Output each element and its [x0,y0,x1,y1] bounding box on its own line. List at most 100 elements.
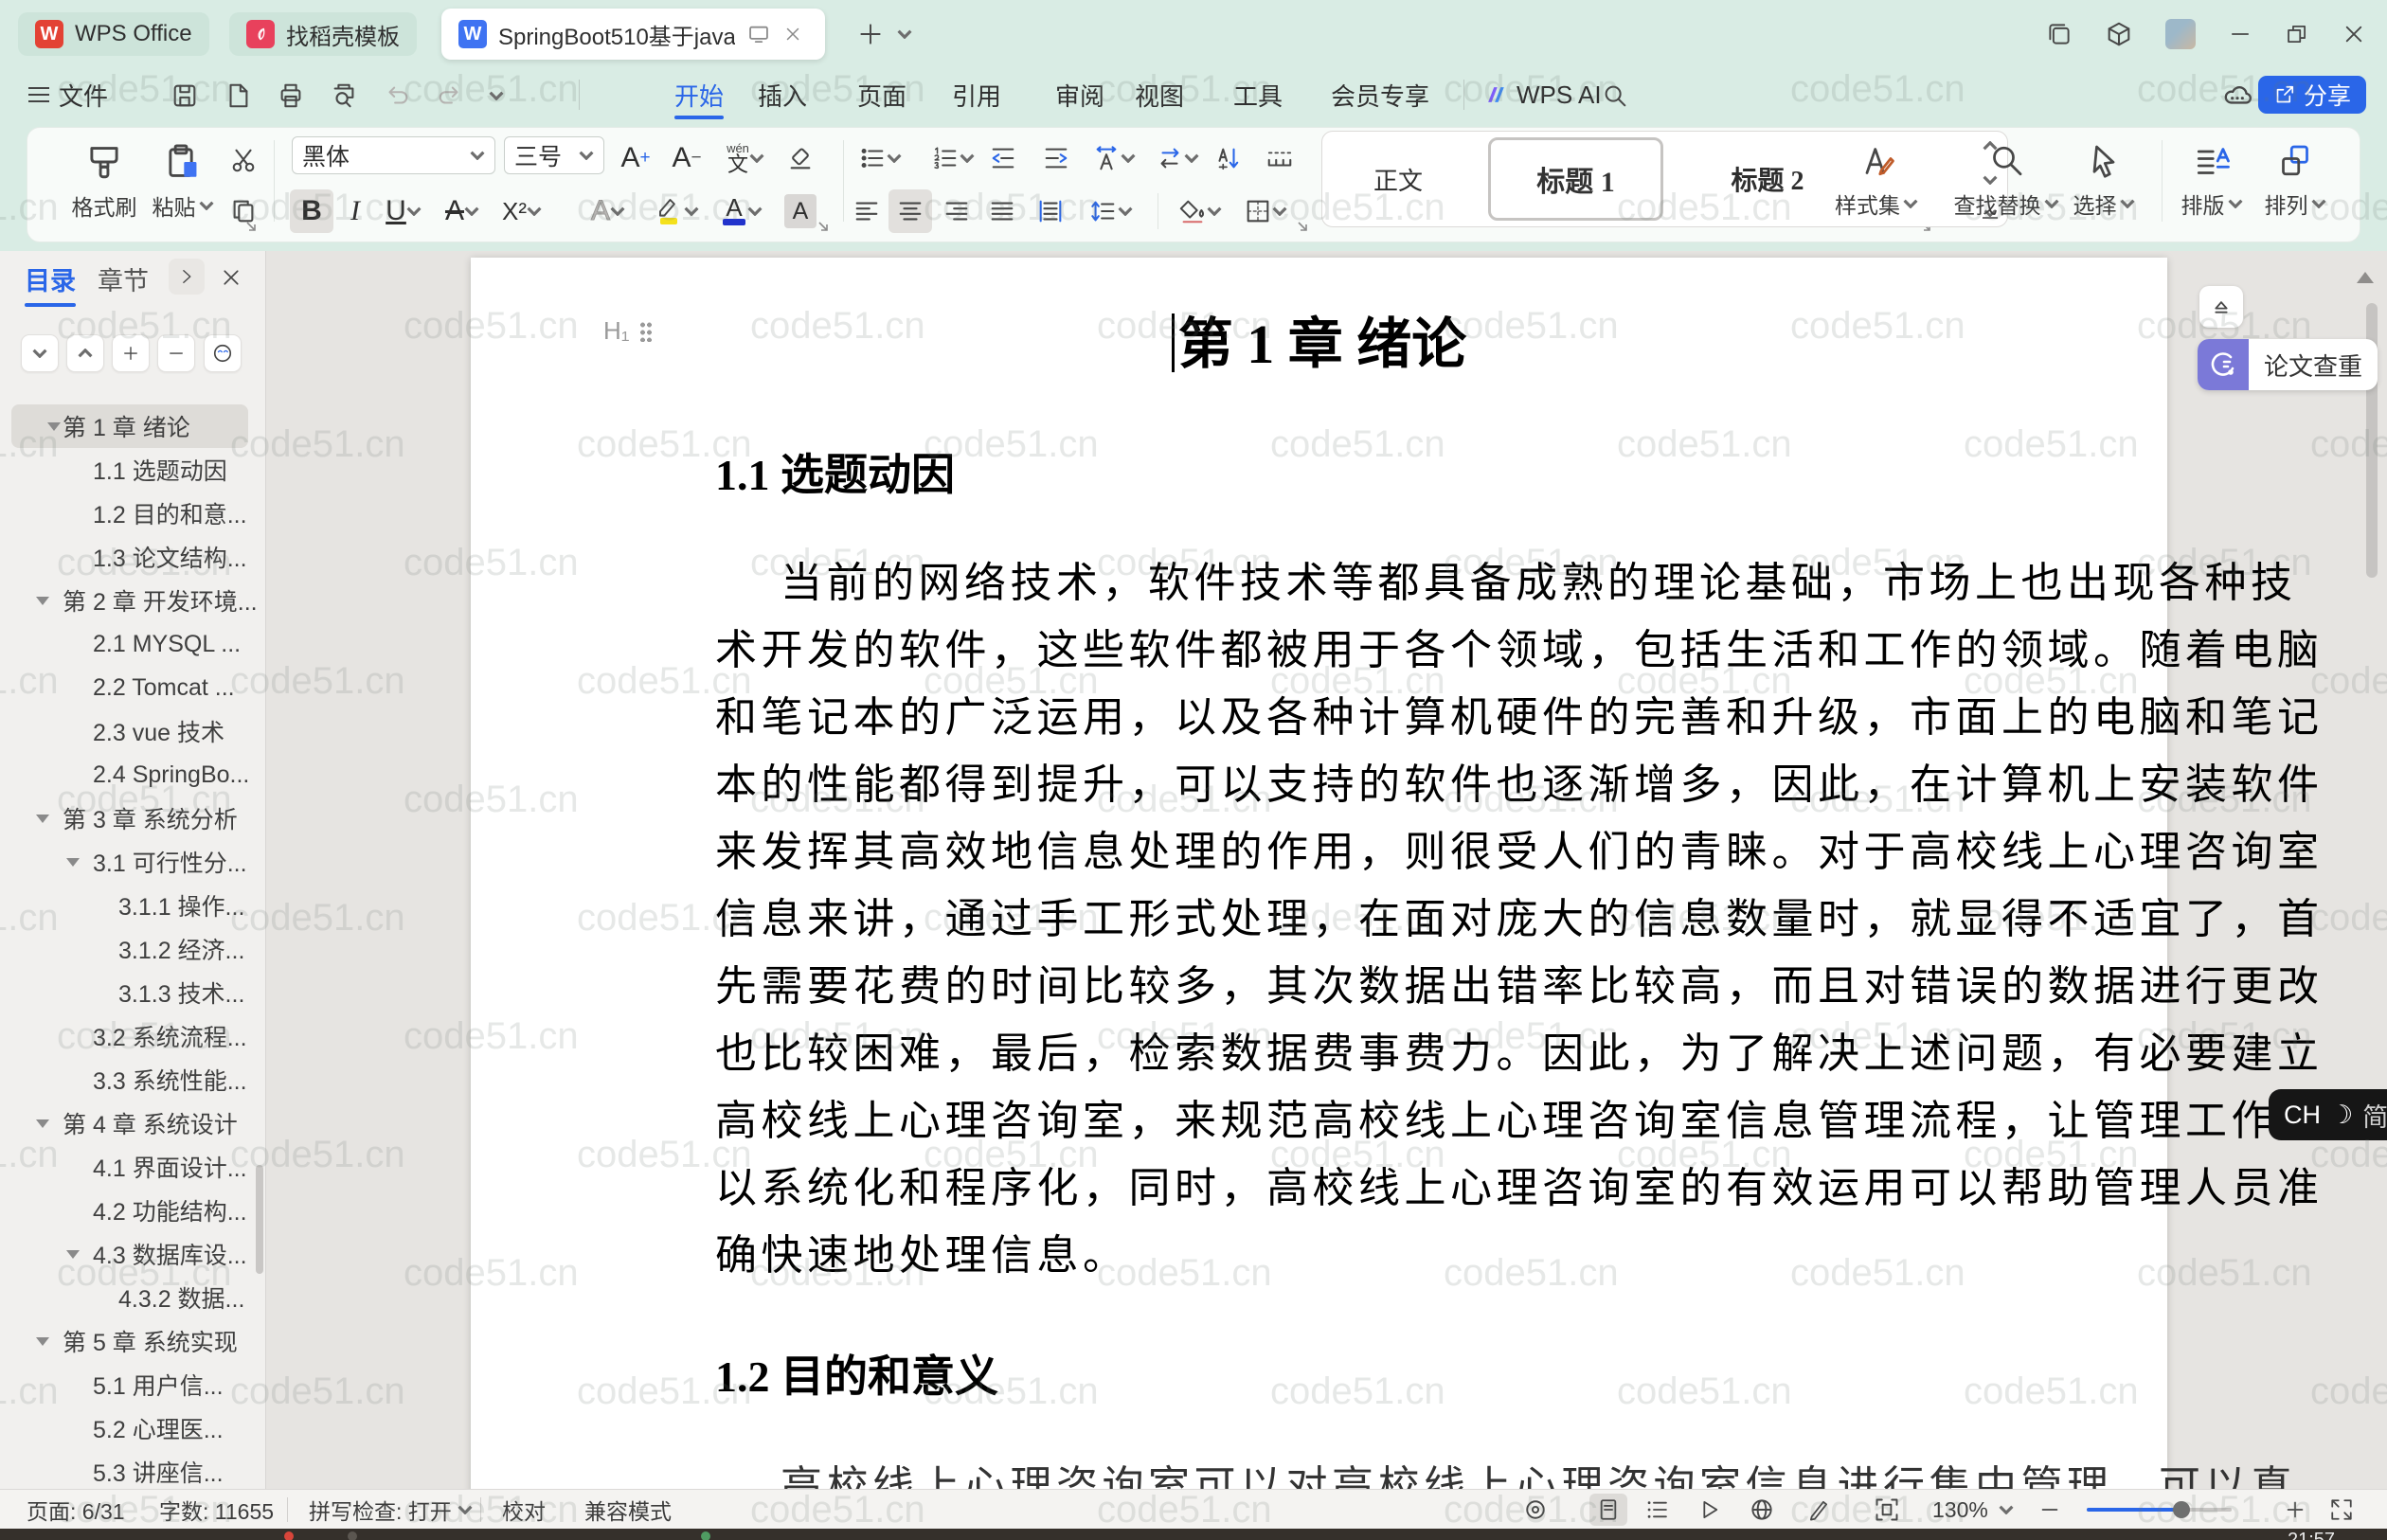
style-set-button[interactable]: 样式集 [1835,134,1918,233]
window-stack-icon[interactable] [2046,21,2073,47]
text-direction-button[interactable] [1148,136,1207,180]
toc-settings-button[interactable] [204,334,242,372]
fullscreen-icon[interactable] [2329,1497,2354,1522]
web-layout-button[interactable] [1743,1494,1781,1526]
font-size-select[interactable]: 三号 [504,136,604,174]
tab-list-chevron-icon[interactable] [897,29,912,39]
menu-tab-view[interactable]: 视图 [1135,68,1184,121]
tab-wps-home[interactable]: W WPS Office [18,12,209,56]
toc-item[interactable]: 5.1 用户信... [0,1363,256,1406]
strikethrough-button[interactable]: A [434,189,491,233]
paste-button[interactable]: 粘贴 [145,134,221,233]
decrease-indent-button[interactable] [981,136,1025,180]
zoom-slider-thumb[interactable] [2173,1501,2190,1518]
toc-item[interactable]: 3.1 可行性分... [0,840,256,884]
superscript-button[interactable]: X² [493,189,551,233]
zoom-slider[interactable] [2087,1501,2232,1518]
character-scaling-button[interactable] [1085,136,1143,180]
style-heading1[interactable]: 标题 1 [1488,137,1663,221]
increase-font-button[interactable]: A + [614,136,657,180]
ink-edit-button[interactable] [1800,1494,1838,1526]
justify-button[interactable] [980,189,1024,233]
select-button[interactable]: 选择 [2063,134,2145,233]
minimize-icon[interactable] [2228,22,2252,46]
toc-item[interactable]: 2.3 vue 技术 [0,709,256,753]
sidebar-tab-chapters[interactable]: 章节 [98,260,149,297]
bold-button[interactable]: B [290,189,333,233]
tab-ruler-button[interactable] [1258,136,1301,180]
paper-check-button[interactable]: 论文查重 [2198,339,2378,390]
toc-item[interactable]: 1.1 选题动因 [0,448,256,492]
windows-taskbar[interactable]: 21:57 [0,1529,2387,1540]
toc-expand-arrow-icon[interactable] [66,857,80,867]
taskbar-app-icon[interactable] [284,1531,294,1540]
font-group-launcher-icon[interactable] [817,220,830,233]
format-painter-button[interactable]: 格式刷 [66,134,142,233]
toc-expand-arrow-icon[interactable] [36,814,49,823]
highlight-button[interactable] [646,189,707,233]
arrange-button[interactable]: 排列 [2254,134,2336,233]
close-window-icon[interactable] [2342,22,2366,46]
remote-monitor-icon[interactable] [746,22,771,46]
decrease-font-button[interactable]: A − [665,136,709,180]
tab-document[interactable]: W SpringBoot510基于java的心 [441,9,825,60]
zoom-out-icon[interactable] [2038,1498,2061,1521]
toc-expand-arrow-icon[interactable] [36,596,49,605]
text-effects-button[interactable]: A [580,189,637,233]
toc-expand-arrow-icon[interactable] [47,421,61,431]
quickbar-chevron-icon[interactable] [489,91,504,100]
workspace-cube-icon[interactable] [2105,20,2133,48]
shading-button[interactable] [1171,189,1229,233]
redo-icon[interactable] [436,81,464,110]
distribute-button[interactable] [1029,189,1072,233]
outline-view-button[interactable] [1639,1494,1677,1526]
sidebar-expand-button[interactable] [169,259,205,295]
find-replace-button[interactable]: 查找替换 [1949,134,2063,233]
align-right-button[interactable] [935,189,978,233]
paragraph-group-launcher-icon[interactable] [1296,220,1309,233]
toc-item[interactable]: 2.2 Tomcat ... [0,666,256,709]
toc-item[interactable]: 第 4 章 系统设计 [0,1101,256,1145]
toc-item[interactable]: 第 1 章 绪论 [11,404,248,448]
collapse-toolbar-button[interactable] [2199,286,2243,328]
search-icon[interactable] [1601,81,1629,110]
taskbar-app-icon[interactable] [701,1531,710,1540]
toc-item[interactable]: 5.3 讲座信... [0,1450,256,1494]
sidebar-close-icon[interactable] [220,266,242,289]
copy-button[interactable] [222,189,265,233]
export-pdf-icon[interactable] [224,81,252,110]
wps-ai-button[interactable]: WPS AI [1482,68,1602,121]
undo-icon[interactable] [383,81,411,110]
sidebar-scrollbar[interactable] [256,1165,263,1274]
toc-item[interactable]: 5.2 心理医... [0,1406,256,1450]
toc-item[interactable]: 2.4 SpringBo... [0,753,256,797]
restore-window-icon[interactable] [2285,22,2309,46]
toc-item[interactable]: 4.1 界面设计... [0,1145,256,1189]
toc-item[interactable]: 4.3 数据库设... [0,1232,256,1276]
toc-item[interactable]: 2.1 MYSQL ... [0,622,256,666]
toc-item[interactable]: 4.3.2 数据... [0,1276,256,1319]
user-avatar[interactable] [2165,19,2196,49]
menu-tab-insert[interactable]: 插入 [758,68,807,121]
zoom-chevron-icon[interactable] [1999,1505,2014,1514]
clipboard-group-launcher-icon[interactable] [244,220,258,233]
menu-tab-review[interactable]: 审阅 [1055,68,1104,121]
toc-item[interactable]: 3.1.3 技术... [0,971,256,1014]
zoom-in-icon[interactable] [2284,1498,2306,1521]
close-document-icon[interactable] [782,24,803,45]
ime-indicator[interactable]: CH ☽ 简 [2269,1089,2387,1140]
align-left-button[interactable] [845,189,888,233]
toc-item[interactable]: 第 3 章 系统分析 [0,797,256,840]
toc-item[interactable]: 3.1.2 经济... [0,927,256,971]
save-icon[interactable] [170,81,199,110]
phonetic-guide-button[interactable]: wén 文 [716,136,775,180]
word-count[interactable]: 字数: 11655 [159,1490,274,1530]
document-page[interactable]: H₁ 第 1 章 绪论 1.1 选题动因 当前的网络技术，软件技术等都具备成熟的… [471,258,2319,1489]
toc-item[interactable]: 1.2 目的和意... [0,492,256,535]
numbered-list-button[interactable] [924,136,982,180]
align-center-button[interactable] [888,189,932,233]
eye-protection-button[interactable] [1517,1494,1554,1526]
toc-expand-arrow-icon[interactable] [66,1249,80,1259]
toc-collapse-all-button[interactable] [21,334,59,372]
bullet-list-button[interactable] [851,136,909,180]
